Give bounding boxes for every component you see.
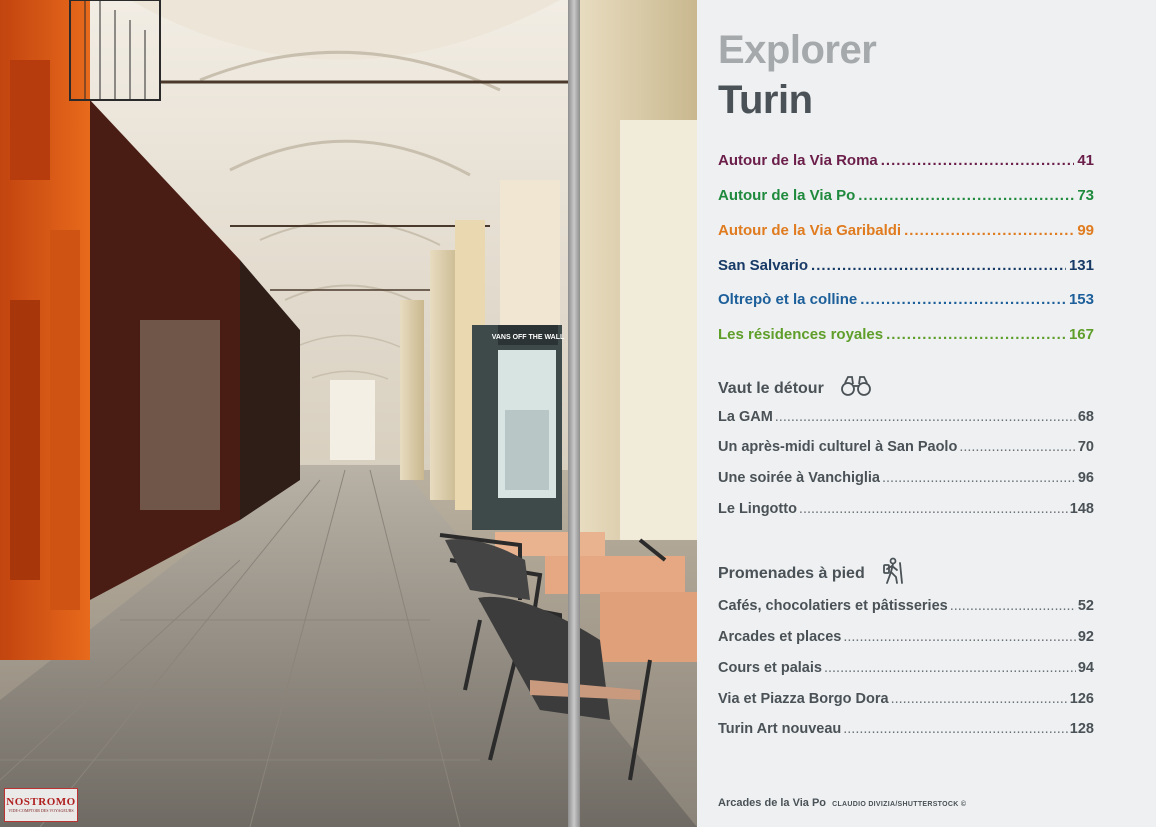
toc-panel: Explorer Turin Autour de la Via Roma 41 …	[697, 0, 1156, 827]
toc-item-page: 167	[1068, 326, 1094, 343]
page-gutter	[568, 0, 580, 827]
sub-item-page: 96	[1077, 470, 1094, 486]
dot-leader	[843, 629, 1076, 645]
section-detour-heading: Vaut le détour	[718, 374, 872, 403]
photo-caption: Arcades de la Via Po CLAUDIO DIVIZIA/SHU…	[718, 797, 966, 809]
toc-item-page: 153	[1068, 291, 1094, 308]
dot-leader	[860, 291, 1066, 308]
section-walks-heading: Promenades à pied	[718, 557, 905, 590]
dot-leader	[886, 326, 1066, 343]
sub-item-page: 148	[1069, 501, 1094, 517]
sub-item-page: 92	[1077, 629, 1094, 645]
watermark-title: NOSTROMO	[6, 796, 76, 808]
toc-item-via-garibaldi[interactable]: Autour de la Via Garibaldi 99	[718, 222, 1094, 239]
sub-item-page: 68	[1077, 409, 1094, 425]
nostromo-watermark: NOSTROMO VIDE-COMPTOIR DES VOYAGEURS	[4, 788, 78, 822]
sub-item-label: La GAM	[718, 409, 773, 425]
detour-item-gam[interactable]: La GAM 68	[718, 409, 1094, 425]
sub-item-label: Cafés, chocolatiers et pâtisseries	[718, 598, 948, 614]
detour-item-vanchiglia[interactable]: Une soirée à Vanchiglia 96	[718, 470, 1094, 486]
sub-item-label: Cours et palais	[718, 660, 822, 676]
dot-leader	[858, 187, 1074, 204]
walk-item-borgo-dora[interactable]: Via et Piazza Borgo Dora 126	[718, 691, 1094, 707]
title-explorer: Explorer	[718, 28, 877, 72]
toc-item-label: Oltrepò et la colline	[718, 291, 858, 308]
sub-item-label: Via et Piazza Borgo Dora	[718, 691, 889, 707]
sub-item-label: Le Lingotto	[718, 501, 797, 517]
binoculars-icon	[840, 374, 872, 403]
cover-photo: VANS OFF THE WALL NOSTROMO VIDE-COMPTOIR…	[0, 0, 697, 827]
section-heading-text: Promenades à pied	[718, 564, 865, 582]
toc-item-via-roma[interactable]: Autour de la Via Roma 41	[718, 152, 1094, 169]
watermark-tagline: VIDE-COMPTOIR DES VOYAGEURS	[8, 808, 74, 813]
walk-item-cours-palais[interactable]: Cours et palais 94	[718, 660, 1094, 676]
dot-leader	[882, 470, 1076, 486]
photo-credit: CLAUDIO DIVIZIA/SHUTTERSTOCK ©	[832, 801, 967, 808]
toc-item-page: 73	[1077, 187, 1094, 204]
dot-leader	[904, 222, 1074, 239]
kiosk-sign: VANS OFF THE WALL	[492, 334, 565, 341]
caption-text: Arcades de la Via Po	[718, 797, 827, 809]
sub-item-label: Arcades et places	[718, 629, 842, 645]
toc-item-via-po[interactable]: Autour de la Via Po 73	[718, 187, 1094, 204]
sub-item-page: 126	[1069, 691, 1094, 707]
detour-item-lingotto[interactable]: Le Lingotto 148	[718, 501, 1094, 517]
sub-item-page: 128	[1069, 721, 1094, 737]
sub-item-label: Une soirée à Vanchiglia	[718, 470, 880, 486]
detour-item-san-paolo[interactable]: Un après-midi culturel à San Paolo 70	[718, 439, 1094, 455]
toc-item-residences-royales[interactable]: Les résidences royales 167	[718, 326, 1094, 343]
toc-item-label: San Salvario	[718, 257, 809, 274]
dot-leader	[891, 691, 1068, 707]
walk-item-arcades[interactable]: Arcades et places 92	[718, 629, 1094, 645]
toc-item-label: Autour de la Via Roma	[718, 152, 878, 169]
dot-leader	[775, 409, 1076, 425]
toc-item-label: Autour de la Via Garibaldi	[718, 222, 902, 239]
sub-item-page: 70	[1077, 439, 1094, 455]
sub-item-label: Un après-midi culturel à San Paolo	[718, 439, 958, 455]
dot-leader	[811, 257, 1066, 274]
toc-item-page: 99	[1077, 222, 1094, 239]
dot-leader	[959, 439, 1076, 455]
arcade-illustration: VANS OFF THE WALL	[0, 0, 697, 827]
walk-item-cafes[interactable]: Cafés, chocolatiers et pâtisseries 52	[718, 598, 1094, 614]
toc-item-oltrepo[interactable]: Oltrepò et la colline 153	[718, 291, 1094, 308]
walk-item-art-nouveau[interactable]: Turin Art nouveau 128	[718, 721, 1094, 737]
section-heading-text: Vaut le détour	[718, 379, 824, 397]
dot-leader	[799, 501, 1068, 517]
dot-leader	[843, 721, 1068, 737]
dot-leader	[824, 660, 1076, 676]
toc-item-label: Les résidences royales	[718, 326, 884, 343]
dot-leader	[881, 152, 1075, 169]
toc-item-page: 41	[1077, 152, 1094, 169]
hiker-icon	[881, 557, 905, 590]
toc-item-label: Autour de la Via Po	[718, 187, 856, 204]
toc-item-san-salvario[interactable]: San Salvario 131	[718, 257, 1094, 274]
toc-item-page: 131	[1068, 257, 1094, 274]
title-city: Turin	[718, 78, 813, 122]
dot-leader	[950, 598, 1076, 614]
sub-item-page: 94	[1077, 660, 1094, 676]
sub-item-page: 52	[1077, 598, 1094, 614]
sub-item-label: Turin Art nouveau	[718, 721, 842, 737]
